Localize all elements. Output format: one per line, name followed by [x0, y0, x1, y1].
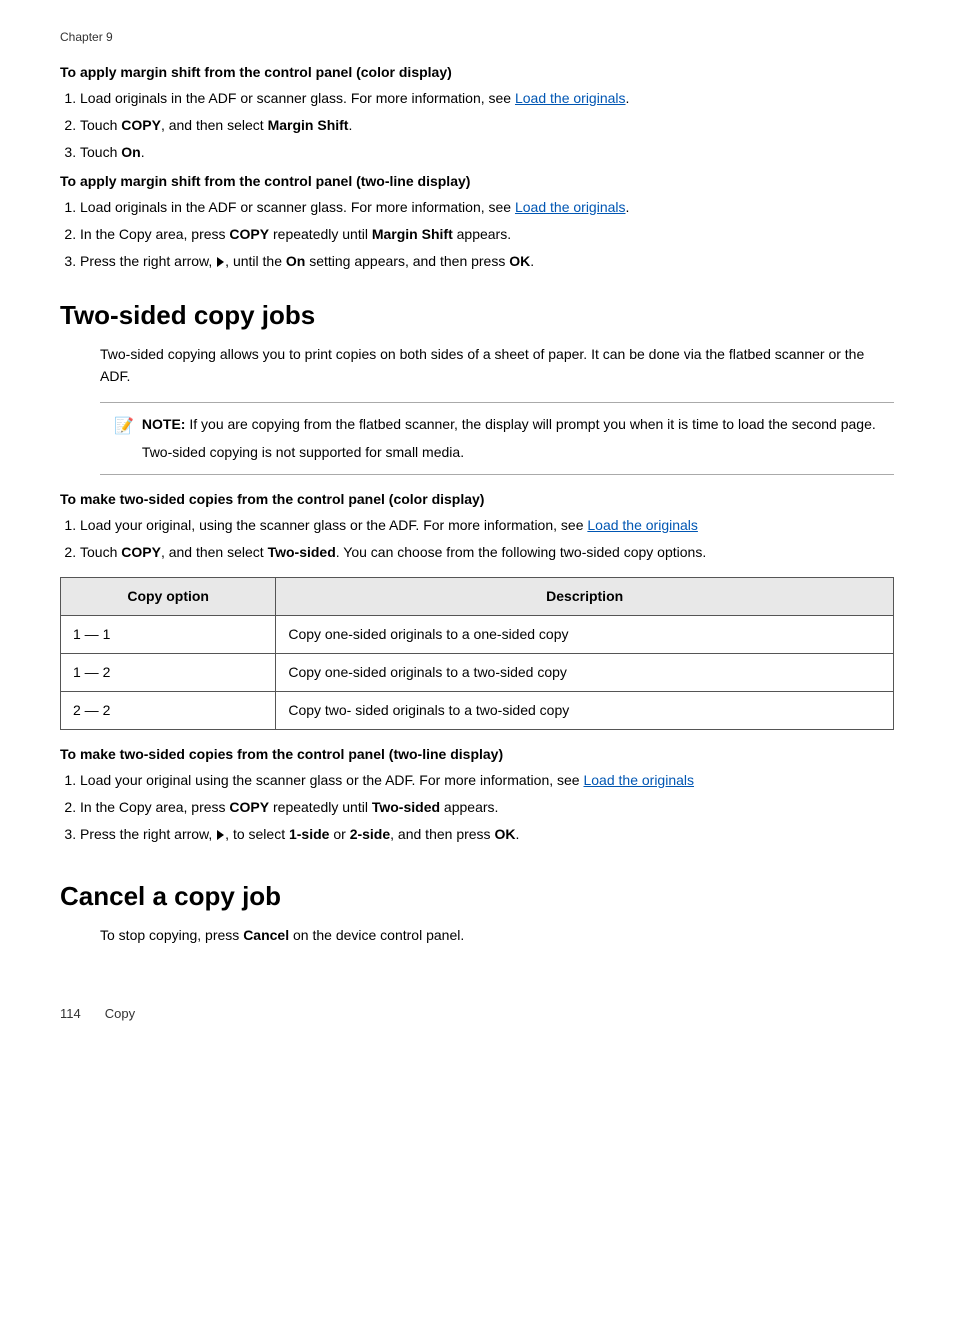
- bold-copy-3: COPY: [121, 544, 161, 560]
- color-display-steps: Load originals in the ADF or scanner gla…: [80, 88, 894, 163]
- footer-section: Copy: [105, 1006, 135, 1021]
- table-cell: 1 — 2: [61, 653, 276, 691]
- bold-copy-2: COPY: [229, 226, 269, 242]
- list-item: Touch COPY, and then select Two-sided. Y…: [80, 542, 894, 563]
- note-label: NOTE:: [142, 416, 186, 432]
- cancel-section: Cancel a copy job To stop copying, press…: [60, 881, 894, 946]
- ts-step1-text: Load your original, using the scanner gl…: [80, 517, 587, 533]
- color-display-heading: To apply margin shift from the control p…: [60, 64, 894, 80]
- copy-options-table: Copy option Description 1 — 1 Copy one-s…: [60, 577, 894, 730]
- bold-on-1: On: [121, 144, 140, 160]
- bold-two-sided-2: Two-sided: [372, 799, 440, 815]
- bold-margin-shift: Margin Shift: [268, 117, 349, 133]
- step1-text: Load originals in the ADF or scanner gla…: [80, 199, 515, 215]
- note-icon: 📝: [114, 414, 134, 440]
- list-item: Load your original using the scanner gla…: [80, 770, 894, 791]
- step1-text: Load originals in the ADF or scanner gla…: [80, 90, 515, 106]
- bold-ok-2: OK: [494, 826, 515, 842]
- cancel-text: To stop copying, press Cancel on the dev…: [100, 924, 894, 946]
- table-cell: Copy one-sided originals to a two-sided …: [276, 653, 894, 691]
- list-item: Press the right arrow, , until the On se…: [80, 251, 894, 272]
- bold-two-sided: Two-sided: [268, 544, 336, 560]
- list-item: Press the right arrow, , to select 1-sid…: [80, 824, 894, 845]
- note-second-line: Two-sided copying is not supported for s…: [142, 441, 880, 463]
- table-cell: 1 — 1: [61, 615, 276, 653]
- bold-copy-1: COPY: [121, 117, 161, 133]
- page-footer: 114 Copy: [60, 1006, 894, 1021]
- table-cell: Copy one-sided originals to a one-sided …: [276, 615, 894, 653]
- table-header-option: Copy option: [61, 577, 276, 615]
- two-sided-two-line-steps: Load your original using the scanner gla…: [80, 770, 894, 845]
- list-item: Touch On.: [80, 142, 894, 163]
- right-arrow-icon-2: [217, 830, 224, 840]
- table-header-description: Description: [276, 577, 894, 615]
- bold-2-side: 2-side: [350, 826, 390, 842]
- load-originals-link-3[interactable]: Load the originals: [587, 517, 698, 533]
- bold-copy-4: COPY: [229, 799, 269, 815]
- table-cell: Copy two- sided originals to a two-sided…: [276, 691, 894, 729]
- color-display-section: To apply margin shift from the control p…: [60, 64, 894, 163]
- two-sided-two-line-heading: To make two-sided copies from the contro…: [60, 746, 894, 762]
- bold-on-2: On: [286, 253, 305, 269]
- two-line-steps: Load originals in the ADF or scanner gla…: [80, 197, 894, 272]
- two-sided-color-steps: Load your original, using the scanner gl…: [80, 515, 894, 563]
- two-sided-color-section: To make two-sided copies from the contro…: [60, 491, 894, 730]
- list-item: In the Copy area, press COPY repeatedly …: [80, 224, 894, 245]
- load-originals-link-4[interactable]: Load the originals: [583, 772, 694, 788]
- bold-margin-shift-2: Margin Shift: [372, 226, 453, 242]
- right-arrow-icon: [217, 257, 224, 267]
- list-item: Touch COPY, and then select Margin Shift…: [80, 115, 894, 136]
- chapter-label: Chapter 9: [60, 30, 894, 44]
- table-row: 1 — 1 Copy one-sided originals to a one-…: [61, 615, 894, 653]
- two-sided-color-heading: To make two-sided copies from the contro…: [60, 491, 894, 507]
- list-item: Load originals in the ADF or scanner gla…: [80, 88, 894, 109]
- ts2-step1-text: Load your original using the scanner gla…: [80, 772, 583, 788]
- load-originals-link-1[interactable]: Load the originals: [515, 90, 626, 106]
- load-originals-link-2[interactable]: Load the originals: [515, 199, 626, 215]
- step1-after: .: [626, 199, 630, 215]
- two-line-display-section: To apply margin shift from the control p…: [60, 173, 894, 272]
- note-box: 📝 NOTE: If you are copying from the flat…: [100, 402, 894, 475]
- two-line-heading: To apply margin shift from the control p…: [60, 173, 894, 189]
- list-item: In the Copy area, press COPY repeatedly …: [80, 797, 894, 818]
- step1-after: .: [626, 90, 630, 106]
- bold-ok-1: OK: [509, 253, 530, 269]
- bold-1-side: 1-side: [289, 826, 329, 842]
- two-sided-two-line-section: To make two-sided copies from the contro…: [60, 746, 894, 845]
- list-item: Load your original, using the scanner gl…: [80, 515, 894, 536]
- table-cell: 2 — 2: [61, 691, 276, 729]
- two-sided-intro: Two-sided copying allows you to print co…: [100, 343, 894, 388]
- note-text: NOTE: If you are copying from the flatbe…: [142, 413, 880, 464]
- list-item: Load originals in the ADF or scanner gla…: [80, 197, 894, 218]
- page-number: 114: [60, 1006, 81, 1021]
- table-row: 1 — 2 Copy one-sided originals to a two-…: [61, 653, 894, 691]
- table-row: 2 — 2 Copy two- sided originals to a two…: [61, 691, 894, 729]
- note-text1: If you are copying from the flatbed scan…: [185, 416, 875, 432]
- bold-cancel: Cancel: [243, 927, 289, 943]
- two-sided-title: Two-sided copy jobs: [60, 300, 894, 331]
- cancel-title: Cancel a copy job: [60, 881, 894, 912]
